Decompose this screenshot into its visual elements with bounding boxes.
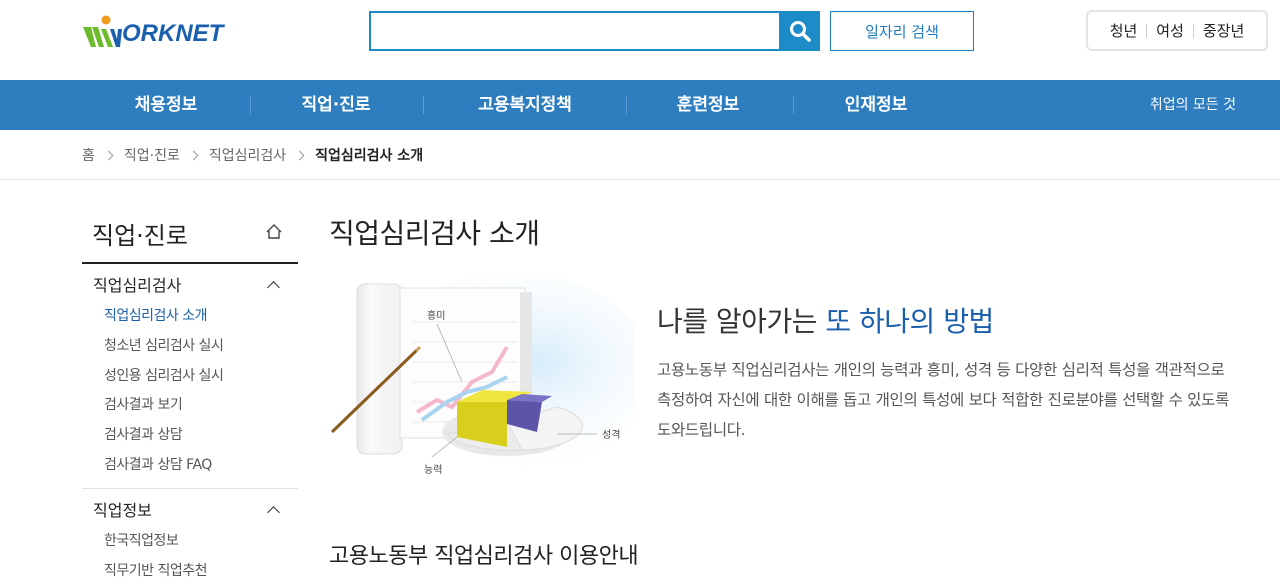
logo-text: ORKNET bbox=[122, 20, 224, 47]
chevron-up-icon bbox=[267, 506, 280, 519]
search-box bbox=[369, 11, 781, 51]
side-nav-group-job-info: 직업정보 한국직업정보 직무기반 직업추천 bbox=[82, 496, 298, 586]
section-title-guide: 고용노동부 직업심리검사 이용안내 bbox=[329, 544, 639, 569]
main-navigation: 채용정보 직업·진로 고용복지정책 훈련정보 인재정보 취업의 모든 것 bbox=[0, 80, 1280, 130]
gnb-item-jobs[interactable]: 채용정보 bbox=[110, 80, 222, 130]
side-nav-item-korea-job-info[interactable]: 한국직업정보 bbox=[82, 526, 298, 556]
worknet-logo[interactable]: ORKNET bbox=[82, 13, 223, 49]
search-button[interactable] bbox=[780, 11, 820, 51]
breadcrumb: 홈 직업·진로 직업심리검사 직업심리검사 소개 bbox=[0, 130, 1280, 180]
side-nav-title-text: 직업·진로 bbox=[92, 222, 188, 250]
breadcrumb-home[interactable]: 홈 bbox=[82, 145, 95, 165]
tagline-highlight: 또 하나의 방법 bbox=[825, 305, 994, 338]
side-nav-item-results[interactable]: 검사결과 보기 bbox=[82, 390, 298, 420]
label-ability: 능력 bbox=[424, 464, 442, 476]
search-input[interactable] bbox=[371, 13, 779, 49]
target-links: 청년 여성 중장년 bbox=[1086, 10, 1268, 51]
side-nav-group-header[interactable]: 직업정보 bbox=[82, 496, 298, 526]
side-nav-group-header[interactable]: 직업심리검사 bbox=[82, 271, 298, 301]
chevron-up-icon bbox=[267, 281, 280, 294]
divider bbox=[250, 96, 251, 114]
target-link-youth[interactable]: 청년 bbox=[1101, 20, 1147, 41]
divider bbox=[423, 96, 424, 114]
gnb-item-training[interactable]: 훈련정보 bbox=[652, 80, 764, 130]
job-search-button[interactable]: 일자리 검색 bbox=[830, 11, 974, 51]
side-nav-group-psych-test: 직업심리검사 직업심리검사 소개 청소년 심리검사 실시 성인용 심리검사 실시… bbox=[82, 271, 298, 480]
side-nav-item-job-recommend[interactable]: 직무기반 직업추천 bbox=[82, 556, 298, 586]
page-title: 직업심리검사 소개 bbox=[329, 217, 540, 250]
divider bbox=[82, 488, 298, 489]
tagline: 나를 알아가는 또 하나의 방법 bbox=[657, 300, 994, 340]
gnb-all-menu[interactable]: 취업의 모든 것 bbox=[1150, 80, 1236, 130]
header: ORKNET 일자리 검색 청년 여성 중장년 bbox=[0, 0, 1280, 80]
side-nav-item-counseling-faq[interactable]: 검사결과 상담 FAQ bbox=[82, 450, 298, 480]
psych-test-illustration: 흥미 능력 성격 bbox=[330, 272, 634, 476]
gnb-item-welfare-policy[interactable]: 고용복지정책 bbox=[455, 80, 595, 130]
gnb-item-talent[interactable]: 인재정보 bbox=[820, 80, 932, 130]
side-nav-group-label: 직업심리검사 bbox=[93, 276, 182, 295]
breadcrumb-current: 직업심리검사 소개 bbox=[315, 148, 424, 164]
side-nav-item-adult-test[interactable]: 성인용 심리검사 실시 bbox=[82, 361, 298, 391]
side-nav-item-youth-test[interactable]: 청소년 심리검사 실시 bbox=[82, 331, 298, 361]
side-nav-item-counseling[interactable]: 검사결과 상담 bbox=[82, 420, 298, 450]
logo-w-mark bbox=[83, 15, 122, 47]
home-icon[interactable] bbox=[264, 222, 284, 242]
chevron-right-icon bbox=[294, 150, 305, 160]
label-interest: 흥미 bbox=[427, 309, 445, 322]
intro-description: 고용노동부 직업심리검사는 개인의 능력과 흥미, 성격 등 다양한 심리적 특… bbox=[657, 361, 1230, 439]
chevron-right-icon bbox=[103, 150, 114, 160]
chevron-right-icon bbox=[188, 150, 199, 160]
tagline-prefix: 나를 알아가는 bbox=[657, 305, 826, 338]
divider bbox=[793, 96, 794, 114]
label-personality: 성격 bbox=[602, 428, 620, 441]
side-nav-item-intro[interactable]: 직업심리검사 소개 bbox=[82, 301, 298, 331]
divider bbox=[626, 96, 627, 114]
side-nav-group-label: 직업정보 bbox=[93, 501, 152, 520]
target-link-middle-aged[interactable]: 중장년 bbox=[1194, 20, 1253, 41]
breadcrumb-psych-test[interactable]: 직업심리검사 bbox=[209, 145, 286, 165]
search-icon bbox=[790, 21, 811, 42]
side-nav-title: 직업·진로 bbox=[82, 214, 298, 264]
gnb-item-career[interactable]: 직업·진로 bbox=[280, 80, 392, 130]
target-link-women[interactable]: 여성 bbox=[1147, 20, 1193, 41]
breadcrumb-career[interactable]: 직업·진로 bbox=[124, 145, 180, 165]
